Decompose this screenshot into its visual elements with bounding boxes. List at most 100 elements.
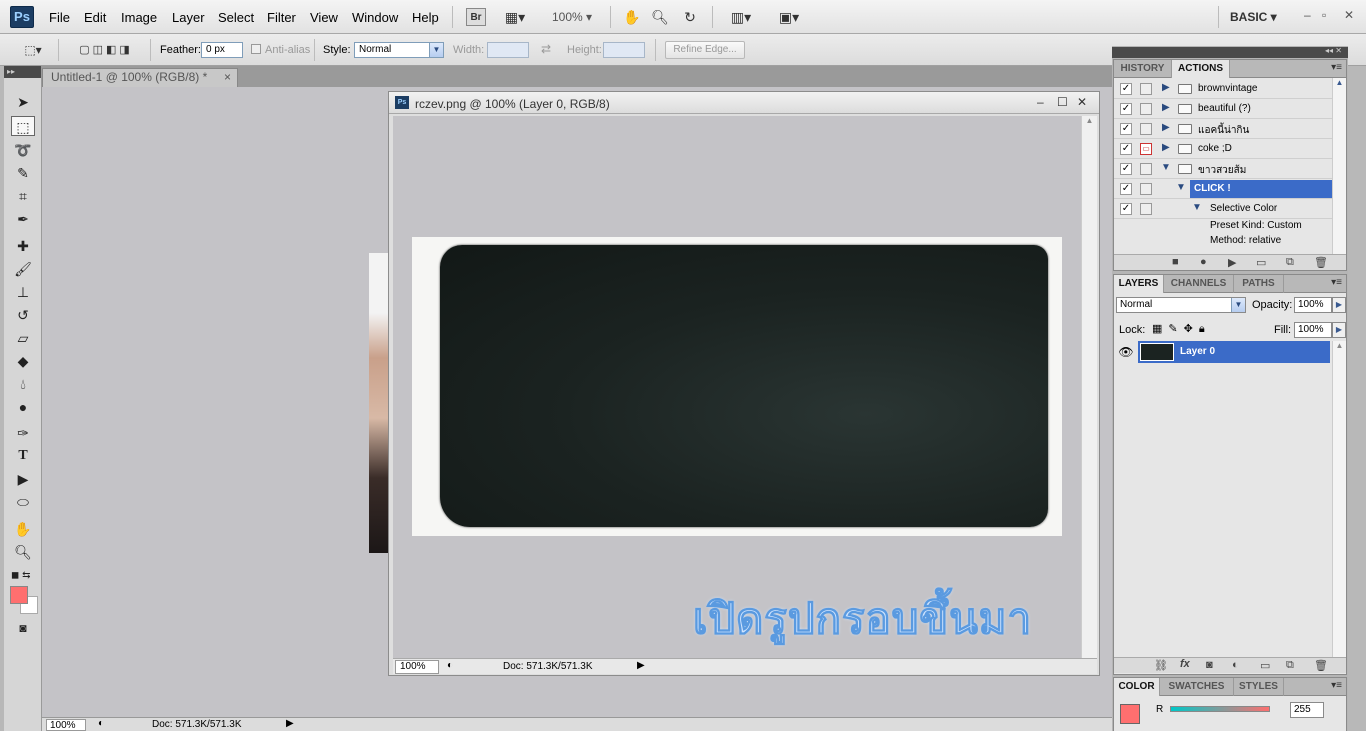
history-brush-icon[interactable]: ↺ [11, 305, 35, 325]
panel-menu-icon[interactable]: ▾≡ [1331, 680, 1342, 691]
selection-mode-icons[interactable]: ▢◫◧◨ [70, 41, 142, 59]
move-tool-icon[interactable]: ➤ [11, 92, 35, 112]
tab-actions[interactable]: ACTIONS [1172, 60, 1230, 78]
toggle-checkbox[interactable]: ✓ [1120, 123, 1132, 135]
opacity-slider-button[interactable]: ▶ [1332, 297, 1346, 313]
panel-menu-icon[interactable]: ▾≡ [1331, 62, 1342, 73]
toggle-checkbox[interactable]: ✓ [1120, 143, 1132, 155]
menu-image[interactable]: Image [121, 10, 157, 25]
collapse-panels-icon[interactable]: ◂◂ ✕ [1325, 46, 1342, 55]
layers-scrollbar[interactable]: ▲ [1332, 341, 1346, 657]
stop-icon[interactable]: ■ [1172, 256, 1179, 268]
list-item[interactable]: ✓ ▼ Selective Color [1114, 199, 1332, 219]
expand-icon[interactable]: ▶ [1162, 82, 1170, 93]
red-slider[interactable] [1170, 706, 1270, 712]
collapse-icon[interactable]: ▼ [1161, 162, 1171, 173]
menu-select[interactable]: Select [218, 10, 254, 25]
tab-layers[interactable]: LAYERS [1114, 275, 1164, 293]
hand-tool-icon[interactable]: ✋ [11, 519, 35, 539]
style-select[interactable]: Normal ▼ [354, 42, 444, 58]
tab-history[interactable]: HISTORY [1114, 60, 1172, 78]
zoom-level-menu[interactable]: 100% ▾ [552, 10, 592, 24]
document-vertical-scrollbar[interactable]: ▲ [1081, 116, 1097, 658]
doc-maximize-icon[interactable]: ☐ [1057, 95, 1068, 109]
rectangular-marquee-icon[interactable]: ⬚ [11, 116, 35, 136]
delete-layer-icon[interactable]: 🗑︎ [1314, 659, 1328, 672]
link-layers-icon[interactable]: ⛓︎ [1154, 659, 1168, 672]
toggle-checkbox[interactable]: ✓ [1120, 203, 1132, 215]
panel-dock-header[interactable]: ◂◂ ✕ [1112, 46, 1348, 58]
status-menu-icon[interactable]: ◐ [98, 718, 104, 729]
doc-status-arrow-icon[interactable]: ▶ [637, 660, 645, 671]
menu-file[interactable]: File [49, 10, 70, 25]
lock-options-icons[interactable]: ▦✎✥🔒︎ [1152, 322, 1211, 336]
list-item[interactable]: ✓ ▼ ขาวสวยส้ม [1114, 159, 1332, 179]
zoom-icon[interactable]: 🔍︎ [650, 8, 670, 26]
dialog-toggle[interactable] [1140, 203, 1152, 215]
menu-edit[interactable]: Edit [84, 10, 106, 25]
clone-stamp-icon[interactable]: ⊥ [11, 282, 35, 302]
tab-channels[interactable]: CHANNELS [1164, 275, 1234, 293]
fill-slider-button[interactable]: ▶ [1332, 322, 1346, 338]
tab-paths[interactable]: PATHS [1234, 275, 1284, 293]
layer-row[interactable]: Layer 0 [1138, 341, 1330, 363]
layer-visibility-eye-icon[interactable]: 👁︎ [1118, 341, 1134, 363]
blend-mode-select[interactable]: Normal ▼ [1116, 297, 1246, 313]
toggle-checkbox[interactable]: ✓ [1120, 83, 1132, 95]
add-mask-icon[interactable]: ◙ [1206, 659, 1213, 671]
quick-selection-icon[interactable]: ✎ [11, 163, 35, 183]
pen-icon[interactable]: ✑ [11, 423, 35, 443]
document-canvas[interactable]: เปิดรูปกรอบขึ้นมา [393, 116, 1081, 658]
type-tool-icon[interactable]: T [11, 446, 35, 466]
zoom-tool-icon[interactable]: 🔍︎ [11, 542, 35, 562]
brush-icon[interactable]: 🖌︎ [11, 259, 35, 279]
eyedropper-icon[interactable]: ✒ [11, 209, 35, 229]
crop-icon[interactable]: ⌗ [11, 186, 35, 206]
tab-untitled-1[interactable]: Untitled-1 @ 100% (RGB/8) * × [42, 68, 238, 87]
minimize-icon[interactable]: – [1304, 8, 1311, 22]
doc-zoom-field[interactable]: 100% [395, 660, 439, 674]
fill-input[interactable]: 100% [1294, 322, 1332, 338]
menu-filter[interactable]: Filter [267, 10, 296, 25]
doc-minimize-icon[interactable]: – [1037, 95, 1044, 109]
dialog-toggle[interactable] [1140, 163, 1152, 175]
main-zoom-field[interactable]: 100% [46, 719, 86, 731]
list-item[interactable]: ✓ ▶ แอคนี้น่ากิน [1114, 119, 1332, 139]
panel-menu-icon[interactable]: ▾≡ [1331, 277, 1342, 288]
marquee-preset-icon[interactable]: ⬚▾ [20, 41, 46, 59]
anti-alias-checkbox[interactable] [251, 44, 261, 54]
new-layer-icon[interactable]: ⧉ [1286, 659, 1294, 672]
refine-edge-button[interactable]: Refine Edge... [665, 41, 745, 59]
dodge-icon[interactable]: ● [11, 397, 35, 417]
workspace-switcher[interactable]: BASIC ▾ [1230, 10, 1277, 24]
close-tab-icon[interactable]: × [224, 69, 231, 86]
red-value-input[interactable]: 255 [1290, 702, 1324, 718]
restore-icon[interactable]: ▫ [1322, 8, 1326, 22]
paint-bucket-icon[interactable]: ◆ [11, 351, 35, 371]
blur-icon[interactable]: 💧︎ [11, 374, 35, 394]
dialog-toggle-icon[interactable]: ▭ [1140, 143, 1152, 155]
hand-icon[interactable]: ✋ [622, 8, 642, 26]
width-input[interactable] [487, 42, 529, 58]
healing-brush-icon[interactable]: ✚ [11, 236, 35, 256]
trash-icon[interactable]: 🗑︎ [1314, 256, 1328, 269]
toggle-checkbox[interactable]: ✓ [1120, 183, 1132, 195]
arrange-documents-icon[interactable]: ▥▾ [724, 8, 758, 26]
opacity-input[interactable]: 100% [1294, 297, 1332, 313]
color-panel-foreground-swatch[interactable] [1120, 704, 1140, 724]
play-icon[interactable]: ▶ [1228, 256, 1236, 269]
new-group-icon[interactable]: ▭ [1260, 659, 1270, 672]
tab-color[interactable]: COLOR [1114, 678, 1160, 696]
scroll-up-icon[interactable]: ▲ [1333, 341, 1346, 350]
view-extras-icon[interactable]: ▦▾ [502, 8, 528, 26]
list-item[interactable]: ✓ ▭ ▶ coke ;D [1114, 139, 1332, 159]
dialog-toggle[interactable] [1140, 83, 1152, 95]
foreground-color-swatch[interactable] [10, 586, 28, 604]
dialog-toggle[interactable] [1140, 103, 1152, 115]
collapse-icon[interactable]: ▼ [1192, 202, 1202, 213]
menu-layer[interactable]: Layer [172, 10, 205, 25]
menu-view[interactable]: View [310, 10, 338, 25]
swap-colors-icon[interactable]: ◼ ⇆ [11, 566, 35, 586]
ellipse-icon[interactable]: ⬭ [11, 492, 35, 512]
expand-icon[interactable]: ▶ [1162, 122, 1170, 133]
